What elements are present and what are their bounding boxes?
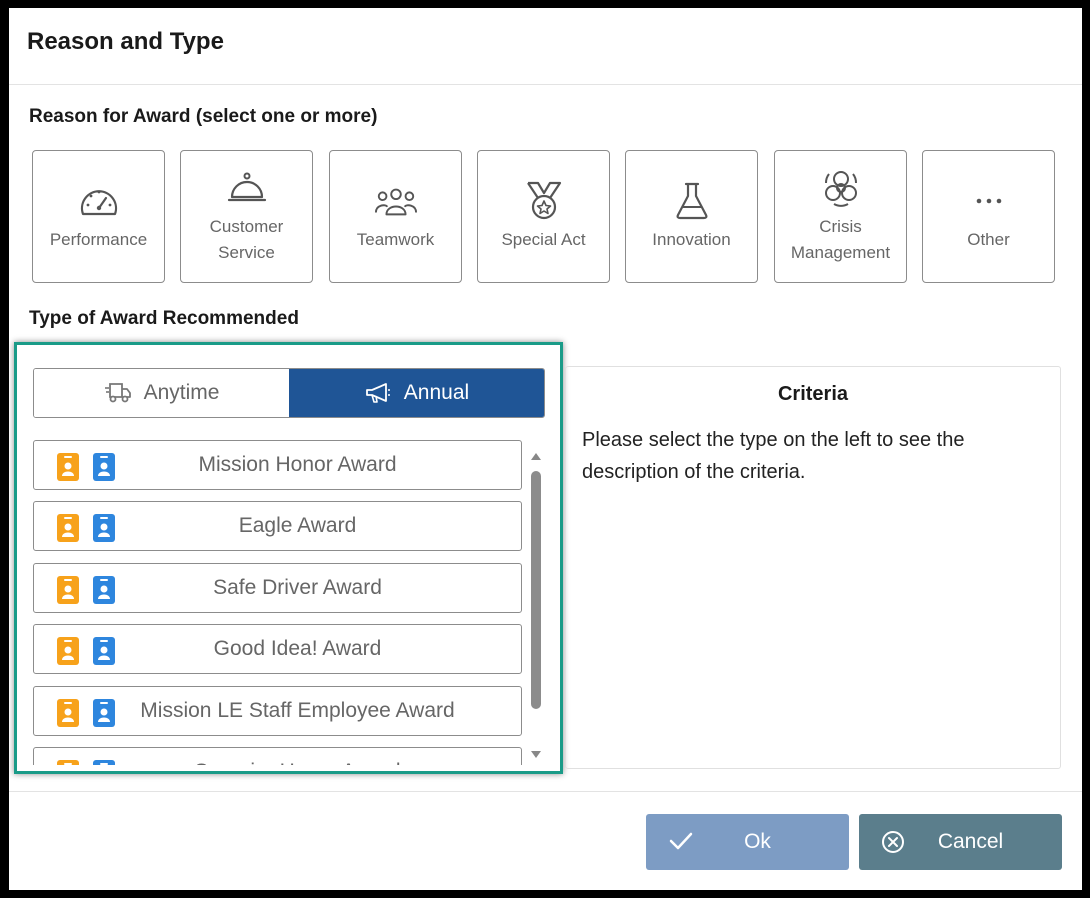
award-name: Safe Driver Award xyxy=(213,576,382,599)
criteria-panel: Criteria Please select the type on the l… xyxy=(565,366,1061,769)
award-item-eagle[interactable]: Eagle Award xyxy=(33,501,522,551)
reason-customer-service-label: Customer Service xyxy=(209,216,284,262)
award-type-panel: Anytime Annual Mission Honor Award Eagle… xyxy=(14,342,563,774)
award-list-scrollbar[interactable] xyxy=(528,445,544,760)
employee-badge-orange-icon xyxy=(57,453,79,481)
megaphone-icon xyxy=(365,383,390,403)
reason-other-label: Other xyxy=(967,229,1010,249)
employee-badge-orange-icon xyxy=(57,699,79,727)
reason-crisis-management-card[interactable]: Crisis Management xyxy=(774,150,907,283)
type-section-label: Type of Award Recommended xyxy=(29,308,299,329)
anytime-toggle-button[interactable]: Anytime xyxy=(34,369,289,417)
reason-customer-service-card[interactable]: Customer Service xyxy=(180,150,313,283)
award-name: Good Idea! Award xyxy=(213,637,382,660)
employee-badge-blue-icon xyxy=(93,576,115,604)
team-icon xyxy=(374,181,418,221)
award-list: Mission Honor Award Eagle Award Safe Dri… xyxy=(33,440,523,765)
flask-icon xyxy=(670,181,714,221)
annual-label: Annual xyxy=(403,381,470,404)
dialog-header: Reason and Type xyxy=(9,8,1082,85)
checkmark-icon xyxy=(669,832,693,850)
reason-special-act-label: Special Act xyxy=(501,229,586,249)
reason-innovation-label: Innovation xyxy=(652,229,731,249)
service-bell-icon xyxy=(225,168,269,208)
award-item-superior-honor[interactable]: Superior Honor Award xyxy=(33,747,522,765)
reason-teamwork-card[interactable]: Teamwork xyxy=(329,150,462,283)
reason-and-type-dialog: Reason and Type Reason for Award (select… xyxy=(9,8,1082,890)
reason-section-label: Reason for Award (select one or more) xyxy=(29,106,378,127)
award-name: Mission Honor Award xyxy=(198,453,397,476)
gauge-icon xyxy=(77,181,121,221)
cancel-button[interactable]: Cancel xyxy=(859,814,1062,870)
cancel-label: Cancel xyxy=(937,830,1004,853)
ellipsis-icon xyxy=(967,181,1011,221)
award-name: Mission LE Staff Employee Award xyxy=(140,699,455,722)
annual-toggle-button[interactable]: Annual xyxy=(289,369,544,417)
award-name: Eagle Award xyxy=(238,514,357,537)
employee-badge-blue-icon xyxy=(93,637,115,665)
employee-badge-blue-icon xyxy=(93,514,115,542)
anytime-label: Anytime xyxy=(143,381,220,404)
criteria-title: Criteria xyxy=(777,383,849,405)
employee-badge-orange-icon xyxy=(57,760,79,765)
reason-innovation-card[interactable]: Innovation xyxy=(625,150,758,283)
biohazard-icon xyxy=(819,168,863,208)
reason-performance-card[interactable]: Performance xyxy=(32,150,165,283)
footer-divider xyxy=(9,791,1082,792)
reason-teamwork-label: Teamwork xyxy=(356,229,435,249)
award-item-good-idea[interactable]: Good Idea! Award xyxy=(33,624,522,674)
ok-button[interactable]: Ok xyxy=(646,814,849,870)
award-name: Superior Honor Award xyxy=(134,748,521,765)
reason-special-act-card[interactable]: Special Act xyxy=(477,150,610,283)
medal-icon xyxy=(522,181,566,221)
employee-badge-orange-icon xyxy=(57,637,79,665)
reason-other-card[interactable]: Other xyxy=(922,150,1055,283)
criteria-description: Please select the type on the left to se… xyxy=(582,429,965,483)
employee-badge-orange-icon xyxy=(57,514,79,542)
award-period-toggle: Anytime Annual xyxy=(33,368,545,418)
scrollbar-thumb[interactable] xyxy=(531,471,541,709)
award-item-safe-driver[interactable]: Safe Driver Award xyxy=(33,563,522,613)
dialog-title: Reason and Type xyxy=(27,28,224,55)
close-circle-icon xyxy=(882,831,904,853)
reason-performance-label: Performance xyxy=(49,229,148,249)
employee-badge-blue-icon xyxy=(93,760,115,765)
award-item-mission-honor[interactable]: Mission Honor Award xyxy=(33,440,522,490)
employee-badge-blue-icon xyxy=(93,453,115,481)
award-item-mission-le-staff[interactable]: Mission LE Staff Employee Award xyxy=(33,686,522,736)
scroll-down-arrow-icon[interactable] xyxy=(530,750,542,760)
reason-crisis-management-label: Crisis Management xyxy=(790,216,891,262)
employee-badge-orange-icon xyxy=(57,576,79,604)
ok-label: Ok xyxy=(744,830,771,853)
employee-badge-blue-icon xyxy=(93,699,115,727)
delivery-truck-icon xyxy=(104,383,131,403)
scroll-up-arrow-icon[interactable] xyxy=(530,451,542,461)
